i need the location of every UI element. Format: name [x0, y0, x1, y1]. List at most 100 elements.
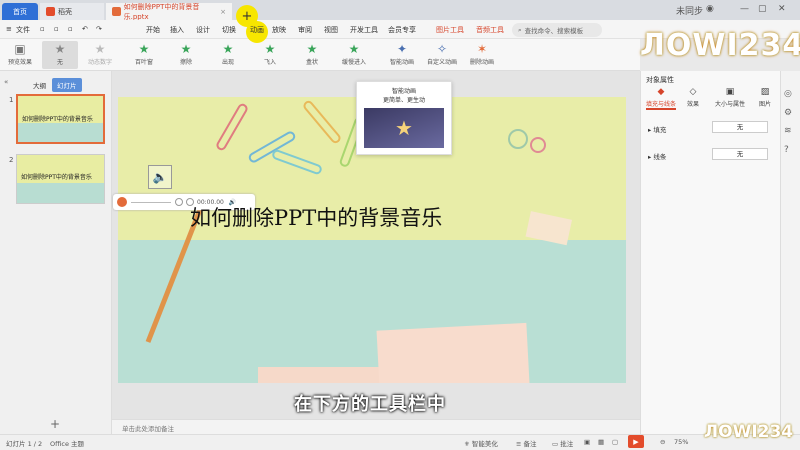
star-icon: ★	[306, 42, 318, 56]
tab-home[interactable]: 首页	[2, 3, 38, 20]
size-icon: ▣	[725, 87, 735, 97]
play-icon[interactable]	[117, 197, 127, 207]
smart-animation-button[interactable]: ✦ 智能动画	[384, 41, 420, 69]
comment-icon: ▭	[552, 440, 561, 448]
maximize-icon[interactable]: ▢	[758, 4, 767, 14]
star-icon: ★	[348, 42, 360, 56]
collapse-icon[interactable]: «	[4, 78, 8, 86]
search-icon: ⌕	[518, 25, 522, 34]
preview-effect-button[interactable]: ▣ 预览效果	[2, 41, 38, 69]
custom-animation-button[interactable]: ✧ 自定义动画	[424, 41, 460, 69]
menu-transition[interactable]: 切换	[222, 25, 236, 35]
redo-icon[interactable]: ↷	[96, 25, 102, 33]
avatar[interactable]: ◉	[706, 4, 714, 14]
menu-file[interactable]: 文件	[16, 25, 30, 35]
print-icon[interactable]: ▫	[54, 25, 59, 33]
menu-insert[interactable]: 插入	[170, 25, 184, 35]
delete-animation-icon: ✶	[476, 42, 488, 56]
effects-icon: ◇	[689, 87, 697, 97]
panel-title: 对象属性	[646, 76, 674, 84]
window-close-icon[interactable]: ✕	[778, 4, 786, 14]
close-icon[interactable]: ×	[220, 8, 226, 16]
undo-icon[interactable]: ↶	[82, 25, 88, 33]
menu-design[interactable]: 设计	[196, 25, 210, 35]
help-icon[interactable]: ?	[784, 145, 789, 155]
anim-slow-enter[interactable]: ★ 缓慢进入	[336, 41, 372, 69]
ribbon-label: 无	[56, 59, 63, 66]
ribbon-label: 预览效果	[7, 59, 32, 66]
title-bar: 首页 稻壳 如何删除PPT中的背景音乐.pptx × 未同步 ◉ — ▢ ✕	[0, 0, 800, 21]
reading-view-icon[interactable]: ▢	[612, 438, 618, 446]
audio-speaker-icon[interactable]: 🔈	[148, 165, 172, 189]
line-label[interactable]: ▸ 线条	[648, 151, 666, 161]
menu-devtools[interactable]: 开发工具	[350, 25, 378, 35]
line-select[interactable]: 无	[712, 148, 768, 160]
menu-icon[interactable]: ≡	[6, 25, 12, 33]
audio-progress-bar[interactable]	[131, 201, 171, 203]
adjust-icon[interactable]: ≋	[784, 126, 792, 136]
tab-picture[interactable]: ▨ 图片	[750, 87, 780, 108]
anim-appear[interactable]: ★ 出现	[210, 41, 246, 69]
menu-start[interactable]: 开始	[146, 25, 160, 35]
logo-text: ЛOWI234	[704, 422, 794, 442]
notes-area[interactable]: 单击此处添加备注	[112, 419, 640, 434]
normal-view-icon[interactable]: ▣	[584, 438, 590, 446]
tab-docer[interactable]: 稻壳	[40, 3, 104, 20]
menu-picture-tools[interactable]: 图片工具	[436, 25, 464, 35]
slide-thumbnail-1[interactable]: 如何删除PPT中的背景音乐	[16, 94, 105, 144]
tab-fill-line[interactable]: ◆ 填充与线条	[646, 87, 676, 110]
delete-animation-button[interactable]: ✶ 删除动画	[464, 41, 500, 69]
fill-select[interactable]: 无	[712, 121, 768, 133]
shape-icon[interactable]: ◎	[784, 89, 792, 99]
search-placeholder: 查找命令、搜索模板	[524, 27, 584, 35]
anim-none[interactable]: ★ 无	[42, 41, 78, 69]
smart-beautify-button[interactable]: ⚜ 智能美化	[464, 438, 498, 448]
add-slide-icon[interactable]: +	[50, 417, 60, 431]
watermark-logo-small: ЛOWI234	[704, 422, 793, 442]
anim-blinds[interactable]: ★ 百叶窗	[126, 41, 162, 69]
minimize-icon[interactable]: —	[740, 4, 749, 14]
slide-title[interactable]: 如何删除PPT中的背景音乐	[190, 202, 442, 232]
search-input[interactable]: ⌕ 查找命令、搜索模板	[512, 23, 602, 37]
tab-label: 图片	[758, 101, 771, 108]
anim-fly-in[interactable]: ★ 飞入	[252, 41, 288, 69]
zoom-level[interactable]: 75%	[674, 438, 688, 446]
menu-member[interactable]: 会员专享	[388, 25, 416, 35]
slide-thumbnail-2[interactable]: 如何删除PPT中的背景音乐	[16, 154, 105, 204]
theme-name: Office 主题	[50, 440, 85, 448]
tab-effects[interactable]: ◇ 效果	[678, 87, 708, 108]
sorter-view-icon[interactable]: ▦	[598, 438, 604, 446]
tab-label: 填充与线条	[646, 101, 677, 108]
fill-label[interactable]: ▸ 填充	[648, 124, 666, 134]
zoom-out-icon[interactable]: ⊖	[660, 438, 665, 446]
tab-size-properties[interactable]: ▣ 大小与属性	[712, 87, 748, 108]
tab-outline[interactable]: 大纲	[28, 78, 51, 92]
tab-slides[interactable]: 幻灯片	[52, 78, 82, 92]
notes-label: 备注	[523, 440, 537, 448]
smart-animation-icon: ✦	[396, 42, 408, 56]
watermark-logo: ЛOWI234	[640, 28, 800, 72]
export-icon[interactable]: ▫	[68, 25, 73, 33]
settings-icon[interactable]: ⚙	[784, 108, 792, 118]
menu-view[interactable]: 视图	[324, 25, 338, 35]
video-caption: 在下方的工具栏中	[294, 394, 446, 415]
thumb-title: 如何删除PPT中的背景音乐	[21, 174, 92, 181]
menu-review[interactable]: 审阅	[298, 25, 312, 35]
save-icon[interactable]: ▫	[40, 25, 45, 33]
sync-status[interactable]: 未同步	[676, 4, 703, 17]
logo-text: ЛOWI234	[640, 28, 800, 63]
add-tab-button[interactable]: +	[236, 5, 258, 27]
anim-wipe[interactable]: ★ 擦除	[168, 41, 204, 69]
menu-animation[interactable]: 动画	[250, 25, 264, 35]
ribbon-label: 智能动画	[389, 59, 414, 66]
ribbon-label: 动态数字	[87, 59, 112, 66]
slideshow-play-button[interactable]: ▶	[628, 435, 644, 448]
anim-box[interactable]: ★ 盒状	[294, 41, 330, 69]
menu-audio-tools[interactable]: 音频工具	[476, 25, 504, 35]
menu-slideshow[interactable]: 放映	[272, 25, 286, 35]
notes-button[interactable]: ≡ 备注	[516, 438, 537, 448]
rewind-icon[interactable]	[175, 198, 183, 206]
anim-dynamic-number[interactable]: ★ 动态数字	[82, 41, 118, 69]
tab-document[interactable]: 如何删除PPT中的背景音乐.pptx ×	[106, 3, 232, 21]
comments-button[interactable]: ▭ 批注	[552, 438, 573, 448]
